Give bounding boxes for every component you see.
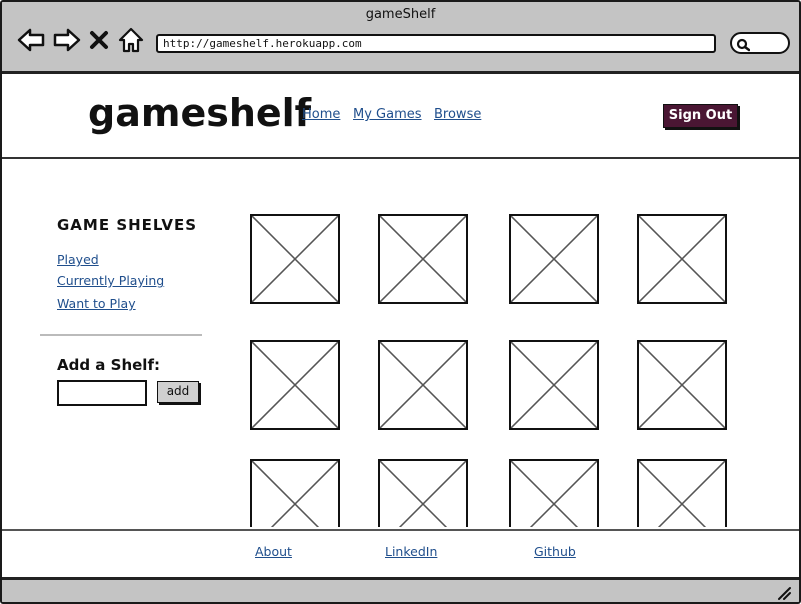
site-header: gameshelf Home My Games Browse Sign Out bbox=[2, 77, 799, 159]
image-placeholder-icon bbox=[380, 461, 466, 527]
site-logo[interactable]: gameshelf bbox=[88, 91, 311, 135]
sign-out-button[interactable]: Sign Out bbox=[663, 104, 738, 128]
game-tile[interactable] bbox=[637, 214, 727, 304]
game-tile[interactable] bbox=[250, 459, 340, 527]
image-placeholder-icon bbox=[511, 342, 597, 428]
game-tile[interactable] bbox=[378, 214, 468, 304]
game-tile[interactable] bbox=[637, 340, 727, 430]
image-placeholder-icon bbox=[380, 342, 466, 428]
game-tile[interactable] bbox=[509, 340, 599, 430]
footer-about-link[interactable]: About bbox=[255, 544, 292, 559]
image-placeholder-icon bbox=[511, 216, 597, 302]
game-tile[interactable] bbox=[250, 340, 340, 430]
search-icon bbox=[736, 37, 751, 52]
image-placeholder-icon bbox=[639, 216, 725, 302]
game-tile[interactable] bbox=[378, 459, 468, 527]
nav-browse-link[interactable]: Browse bbox=[434, 107, 481, 122]
image-placeholder-icon bbox=[639, 461, 725, 527]
browser-window: gameShelf http://gameshelf.herokuapp.com… bbox=[0, 0, 801, 604]
nav-my-games-link[interactable]: My Games bbox=[353, 107, 422, 122]
image-placeholder-icon bbox=[511, 461, 597, 527]
back-arrow-icon[interactable] bbox=[16, 25, 46, 55]
image-placeholder-icon bbox=[252, 461, 338, 527]
site-footer: About LinkedIn Github bbox=[2, 529, 799, 577]
window-title: gameShelf bbox=[365, 7, 436, 22]
game-tile[interactable] bbox=[637, 459, 727, 527]
game-tile[interactable] bbox=[509, 459, 599, 527]
image-placeholder-icon bbox=[252, 216, 338, 302]
game-tile[interactable] bbox=[509, 214, 599, 304]
browser-toolbar: gameShelf http://gameshelf.herokuapp.com bbox=[2, 2, 799, 74]
footer-github-link[interactable]: Github bbox=[534, 544, 576, 559]
game-tile[interactable] bbox=[250, 214, 340, 304]
home-icon[interactable] bbox=[116, 25, 146, 55]
game-grid bbox=[2, 161, 799, 527]
close-x-icon[interactable] bbox=[88, 25, 110, 55]
resize-grip-icon[interactable] bbox=[777, 585, 791, 600]
browser-status-bar bbox=[2, 577, 799, 602]
image-placeholder-icon bbox=[639, 342, 725, 428]
image-placeholder-icon bbox=[380, 216, 466, 302]
browser-nav bbox=[16, 24, 146, 56]
footer-linkedin-link[interactable]: LinkedIn bbox=[385, 544, 437, 559]
nav-home-link[interactable]: Home bbox=[302, 107, 340, 122]
game-tile[interactable] bbox=[378, 340, 468, 430]
image-placeholder-icon bbox=[252, 342, 338, 428]
browser-search-field[interactable] bbox=[730, 32, 790, 54]
url-bar[interactable]: http://gameshelf.herokuapp.com bbox=[156, 34, 716, 53]
forward-arrow-icon[interactable] bbox=[52, 25, 82, 55]
